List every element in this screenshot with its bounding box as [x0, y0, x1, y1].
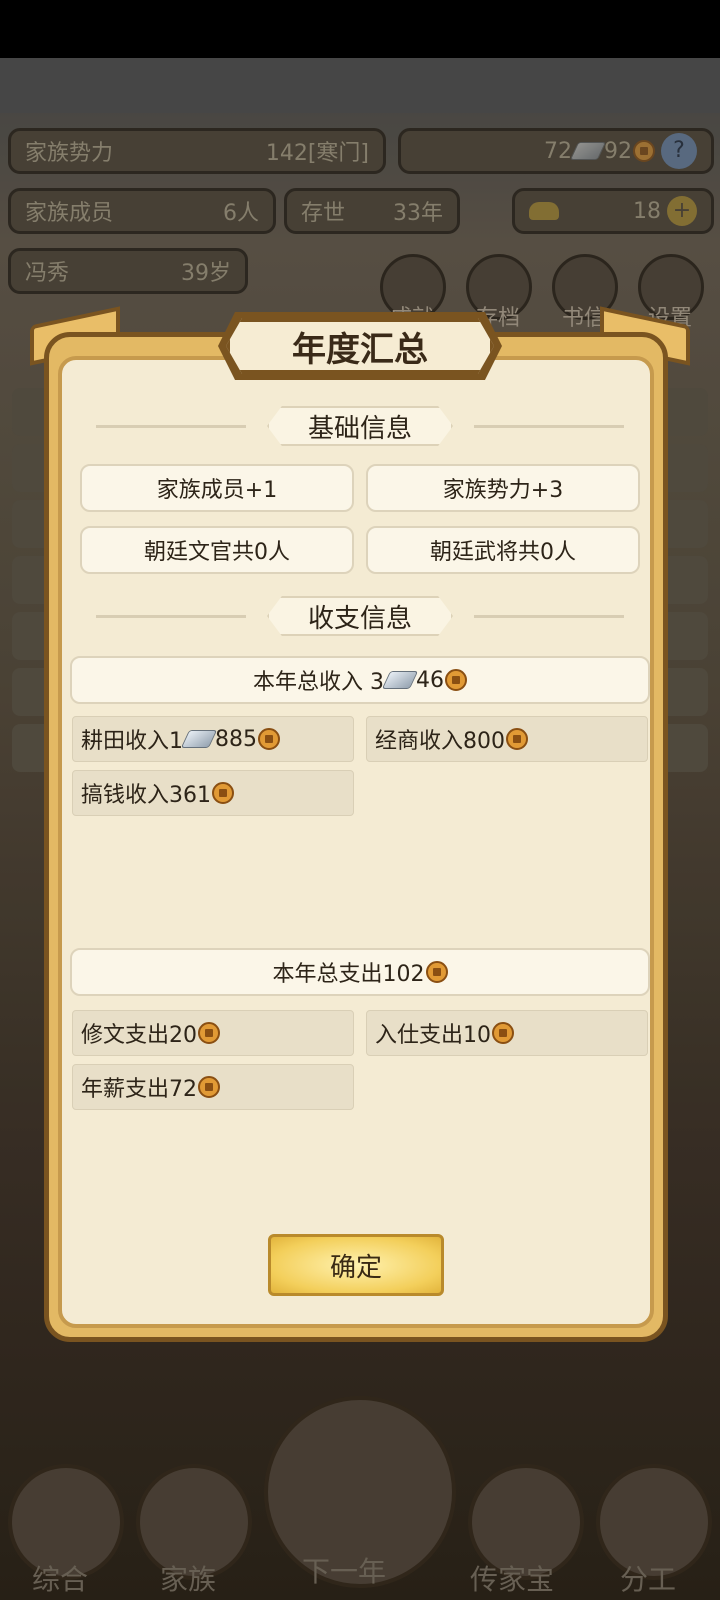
power-change: 家族势力+3	[366, 464, 640, 512]
finance-info-header: 收支信息	[96, 596, 624, 636]
salary-expense: 年薪支出72	[72, 1064, 354, 1110]
silver-icon	[381, 671, 419, 689]
members-change: 家族成员+1	[80, 464, 354, 512]
money-income: 搞钱收入361	[72, 770, 354, 816]
trade-income: 经商收入800	[366, 716, 648, 762]
coin-icon	[425, 961, 448, 983]
farm-income: 耕田收入1 885	[72, 716, 354, 762]
civil-officials-count: 朝廷文官共0人	[80, 526, 354, 574]
salary-expense-text: 年薪支出72	[81, 1077, 197, 1102]
farm-income-suffix: 885	[215, 726, 257, 752]
basic-info-title: 基础信息	[267, 406, 453, 446]
coin-icon	[492, 1022, 514, 1044]
finance-info-title: 收支信息	[267, 596, 453, 636]
coin-icon	[198, 1022, 220, 1044]
status-bar	[0, 0, 720, 58]
coin-icon	[506, 728, 528, 750]
income-total-prefix: 本年总收入 3	[253, 670, 384, 695]
farm-income-prefix: 耕田收入1	[81, 729, 183, 754]
office-expense: 入仕支出10	[366, 1010, 648, 1056]
expense-total-text: 本年总支出102	[272, 962, 425, 987]
coin-icon	[212, 782, 234, 804]
coin-icon	[445, 669, 467, 691]
military-officers-count: 朝廷武将共0人	[366, 526, 640, 574]
study-expense: 修文支出20	[72, 1010, 354, 1056]
income-total: 本年总收入 3 46	[70, 656, 650, 704]
dialog-title: 年度汇总	[226, 318, 494, 374]
coin-icon	[258, 728, 280, 750]
silver-icon	[180, 730, 218, 748]
trade-income-text: 经商收入800	[375, 729, 505, 754]
study-expense-text: 修文支出20	[81, 1023, 197, 1048]
money-income-text: 搞钱收入361	[81, 783, 211, 808]
confirm-button[interactable]: 确定	[268, 1234, 444, 1296]
income-total-suffix: 46	[416, 667, 444, 693]
basic-info-header: 基础信息	[96, 406, 624, 446]
office-expense-text: 入仕支出10	[375, 1023, 491, 1048]
expense-total: 本年总支出102	[70, 948, 650, 996]
coin-icon	[198, 1076, 220, 1098]
